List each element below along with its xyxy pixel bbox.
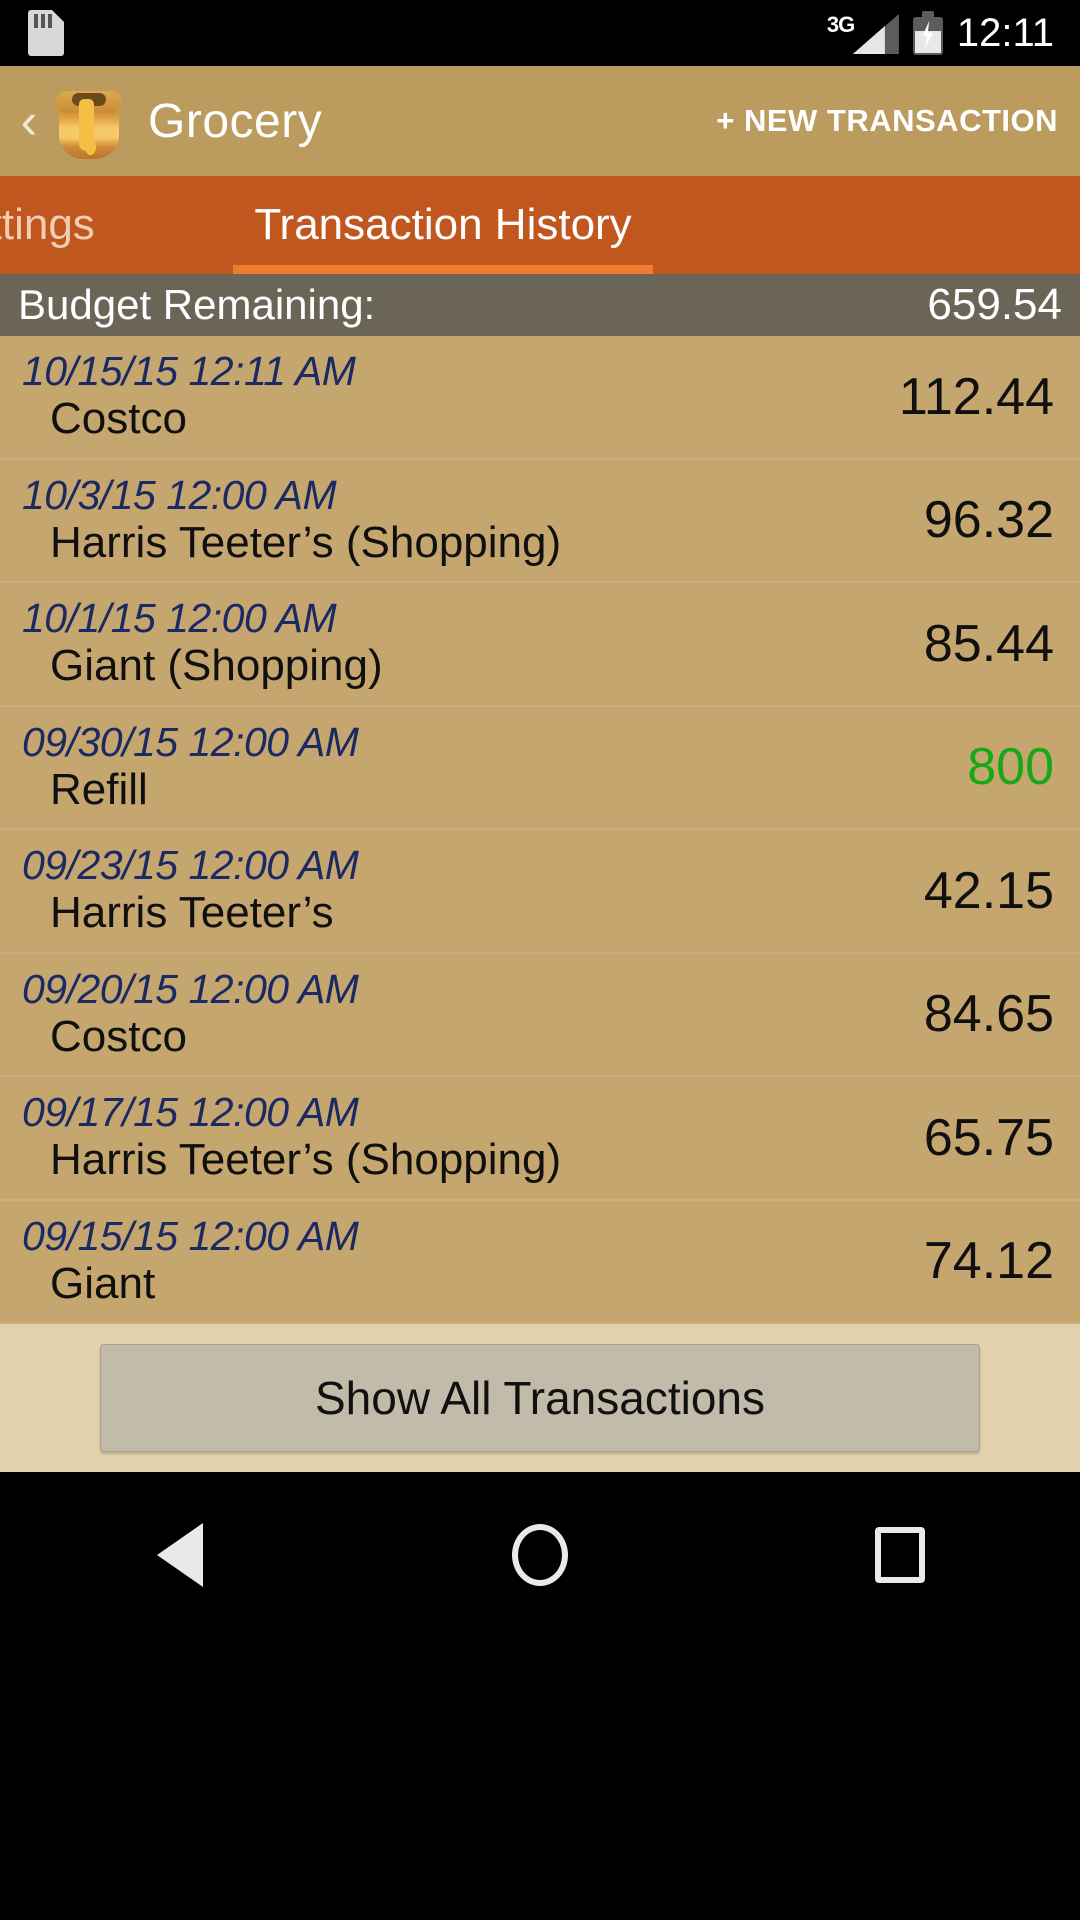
signal-strength-icon: 3G [827,12,899,54]
transaction-row-details: 09/15/15 12:00 AM Giant [0,1212,924,1308]
app-bar: ‹ Grocery + NEW TRANSACTION [0,66,1080,176]
tab-active-indicator [233,265,653,274]
transaction-list[interactable]: 10/15/15 12:11 AM Costco 112.44 10/3/15 12:… [0,336,1080,1324]
transaction-row-details: 10/1/15 12:00 AM Giant (Shopping) [0,595,924,691]
honey-pot-icon [52,79,126,163]
tab-settings[interactable]: ettings [0,176,180,274]
transaction-amount: 84.65 [923,985,1054,1044]
transaction-row[interactable]: 09/17/15 12:00 AM Harris Teeter’s (Shoppi… [0,1077,1080,1201]
budget-remaining-label: Budget Remaining: [18,281,376,328]
page-title: Grocery [148,94,323,148]
battery-charging-icon [912,11,943,55]
transaction-row[interactable]: 10/3/15 12:00 AM Harris Teeter’s (Shoppin… [0,460,1080,583]
transaction-date: 10/15/15 12:11 AM [22,348,356,395]
circle-home-icon [512,1524,568,1586]
tab-transaction-history-label: Transaction History [254,200,632,249]
transaction-row-details: 10/3/15 12:00 AM Harris Teeter’s (Shoppin… [0,471,924,567]
transaction-name: Costco [50,1011,187,1061]
transaction-row[interactable]: 10/15/15 12:11 AM Costco 112.44 [0,336,1080,460]
budget-remaining-value: 659.54 [927,280,1062,329]
nav-recents-button[interactable] [825,1500,975,1610]
transaction-row-details: 09/23/15 12:00 AM Harris Teeter’s [0,842,924,938]
square-recents-icon [875,1527,925,1583]
triangle-back-icon [157,1523,203,1587]
transaction-date: 09/20/15 12:00 AM [22,965,359,1012]
transaction-date: 10/1/15 12:00 AM [22,595,337,642]
transaction-amount: 85.44 [923,614,1054,673]
status-bar: 3G 12:11 [0,0,1080,66]
transaction-amount: 42.15 [923,861,1054,920]
transaction-date: 10/3/15 12:00 AM [22,471,337,518]
transaction-row[interactable]: 09/15/15 12:00 AM Giant 74.12 [0,1201,1080,1324]
transaction-name: Costco [50,394,187,444]
transaction-row-details: 09/20/15 12:00 AM Costco [0,965,924,1061]
status-bar-right: 3G 12:11 [827,11,1080,56]
transaction-name: Harris Teeter’s (Shopping) [50,1135,562,1185]
tab-transaction-history[interactable]: Transaction History [233,176,653,274]
budget-remaining-bar: Budget Remaining: 659.54 [0,274,1080,336]
transaction-date: 09/15/15 12:00 AM [22,1212,359,1259]
transaction-date: 09/30/15 12:00 AM [22,718,359,765]
status-bar-left [0,10,64,56]
transaction-name: Giant (Shopping) [50,641,383,691]
transaction-row[interactable]: 09/30/15 12:00 AM Refill 800 [0,707,1080,830]
transaction-amount: 65.75 [923,1108,1054,1167]
list-footer: Show All Transactions [0,1324,1080,1472]
transaction-row-details: 10/15/15 12:11 AM Costco [0,348,899,444]
transaction-amount: 800 [967,738,1054,797]
nav-home-button[interactable] [465,1500,615,1610]
transaction-row[interactable]: 09/23/15 12:00 AM Harris Teeter’s 42.15 [0,830,1080,954]
sd-card-icon [28,10,64,56]
phone-screen: 3G 12:11 ‹ Grocery + NEW TRANSACTION tin… [0,0,1080,1920]
transaction-name: Giant [50,1258,156,1308]
transaction-name: Harris Teeter’s (Shopping) [50,517,562,567]
transaction-row[interactable]: 09/20/15 12:00 AM Costco 84.65 [0,954,1080,1077]
transaction-amount: 74.12 [923,1232,1054,1291]
back-chevron-icon[interactable]: ‹ [8,96,50,146]
transaction-row[interactable]: 10/1/15 12:00 AM Giant (Shopping) 85.44 [0,583,1080,707]
android-nav-bar [0,1472,1080,1920]
network-type-label: 3G [826,12,855,37]
new-transaction-button[interactable]: + NEW TRANSACTION [716,103,1058,139]
transaction-row-details: 09/17/15 12:00 AM Harris Teeter’s (Shoppi… [0,1089,924,1185]
transaction-amount: 96.32 [923,491,1054,550]
transaction-date: 09/17/15 12:00 AM [22,1089,359,1136]
show-all-transactions-button[interactable]: Show All Transactions [100,1344,980,1452]
transaction-name: Harris Teeter’s [50,888,334,938]
tab-settings-label: ettings [0,200,95,249]
transaction-amount: 112.44 [898,367,1054,426]
tab-bar: ettings Transaction History [0,176,1080,274]
status-bar-clock: 12:11 [956,10,1054,55]
transaction-row-details: 09/30/15 12:00 AM Refill [0,718,967,814]
transaction-name: Refill [50,764,148,814]
transaction-date: 09/23/15 12:00 AM [22,842,359,889]
nav-back-button[interactable] [105,1500,255,1610]
